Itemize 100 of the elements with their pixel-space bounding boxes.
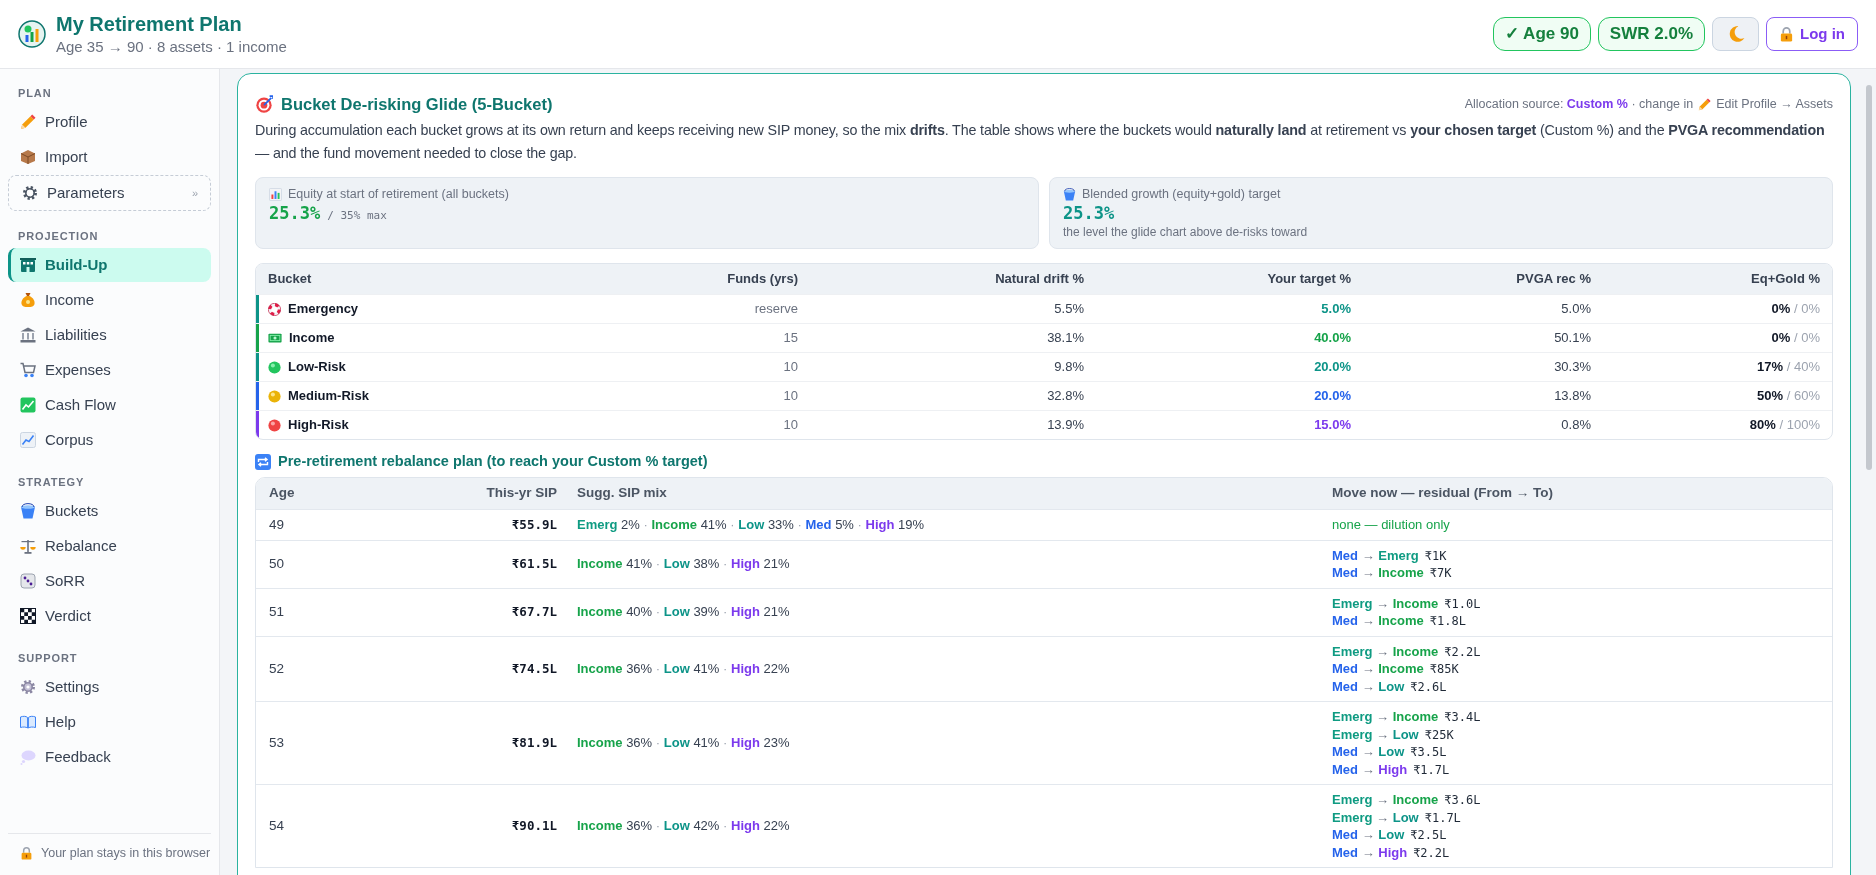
sidebar-item[interactable]: Profile	[8, 105, 211, 139]
sip-amount: ₹55.9L	[510, 516, 558, 534]
table-cell-text: 0% / 0%	[1770, 300, 1821, 319]
table-cell-text: 0.8%	[1560, 416, 1592, 435]
table-cell-text: 32.8%	[1046, 387, 1085, 406]
sip-mix-text: Income 36% · Low 41% · High 23%	[576, 734, 791, 752]
table-cell-text: 10	[782, 387, 799, 406]
table-cell-text: 5.5%	[1053, 300, 1085, 319]
stat-label: Equity at start of retirement (all buckets)	[288, 186, 509, 202]
move-text: Emerg → Income ₹3.6L	[1332, 791, 1482, 809]
bucket-name: High-Risk	[288, 416, 349, 435]
pencil-icon	[20, 114, 36, 130]
sidebar-item[interactable]: Cash Flow	[8, 388, 211, 422]
table-cell-text: 0% / 0%	[1770, 329, 1821, 348]
move-note: none — dilution only	[1332, 516, 1451, 534]
age-cell-text: 49	[268, 516, 286, 534]
table-cell-text: 15	[782, 329, 799, 348]
sidebar-item[interactable]: Corpus	[8, 423, 211, 457]
section-heading: STRATEGY	[17, 475, 86, 490]
table-cell-text: 5.0%	[1560, 300, 1592, 319]
column-header: Funds (yrs)	[726, 270, 799, 289]
column-header: Move now — residual (From → To)	[1331, 484, 1554, 503]
app-title: My Retirement Plan	[56, 12, 243, 37]
sip-mix-text: Income 36% · Low 41% · High 22%	[576, 660, 791, 678]
sip-mix-text: Income 40% · Low 39% · High 21%	[576, 603, 791, 621]
lock-icon	[20, 847, 33, 861]
card-title: Bucket De-risking Glide (5-Bucket)	[281, 93, 553, 115]
stat-note: the level the glide chart above de-risks toward	[1063, 224, 1309, 240]
age-cell-text: 50	[268, 555, 286, 573]
column-header: Your target %	[1266, 270, 1352, 289]
building-icon	[20, 257, 36, 273]
move-text: Med → Low ₹2.6L	[1332, 677, 1448, 695]
table-cell-text: 9.8%	[1053, 358, 1085, 377]
sip-mix-text: Income 41% · Low 38% · High 21%	[576, 555, 791, 573]
banknote-icon	[268, 331, 282, 345]
sidebar-item[interactable]: Import	[8, 140, 211, 174]
move-text: Med → Income ₹1.8L	[1332, 612, 1467, 630]
sip-mix-text: Income 36% · Low 42% · High 22%	[576, 817, 791, 835]
login-button[interactable]: Log in	[1766, 17, 1858, 51]
move-text: Emerg → Income ₹2.2L	[1332, 642, 1482, 660]
table-cell-text: 38.1%	[1046, 329, 1085, 348]
section-heading: PROJECTION	[17, 229, 100, 244]
sidebar-item[interactable]: Verdict	[8, 599, 211, 633]
table-cell-text: 5.0%	[1320, 300, 1352, 319]
speech-bubble-icon	[20, 749, 36, 765]
sidebar-item[interactable]: Build-Up	[8, 248, 211, 282]
app-subtitle: Age 35 → 90 · 8 assets · 1 income	[56, 37, 287, 57]
privacy-note: Your plan stays in this browser	[41, 845, 211, 863]
theme-toggle-button[interactable]	[1712, 17, 1759, 51]
section-heading: SUPPORT	[17, 651, 79, 666]
column-header: Bucket	[267, 270, 313, 289]
move-text: Emerg → Income ₹1.0L	[1332, 594, 1482, 612]
column-header: PVGA rec %	[1515, 270, 1592, 289]
sidebar-item[interactable]: Feedback	[8, 740, 211, 774]
line-chart-icon	[20, 432, 36, 448]
sip-amount: ₹61.5L	[510, 555, 558, 573]
sidebar-expander[interactable]: Parameters »	[8, 175, 211, 211]
column-header: Eq+Gold %	[1750, 270, 1821, 289]
sip-amount: ₹74.5L	[510, 660, 558, 678]
bucket-icon	[20, 503, 36, 519]
bucket-name: Low-Risk	[288, 358, 346, 377]
sidebar-item[interactable]: Buckets	[8, 494, 211, 528]
sidebar-item[interactable]: Rebalance	[8, 529, 211, 563]
move-text: Med → High ₹1.7L	[1332, 760, 1451, 778]
move-text: Med → Income ₹7K	[1332, 564, 1453, 582]
scrollbar-thumb[interactable]	[1866, 85, 1872, 470]
sidebar-item[interactable]: SoRR	[8, 564, 211, 598]
table-cell-text: 10	[782, 358, 799, 377]
table-cell-text: 20.0%	[1313, 387, 1352, 406]
checkered-flag-icon	[20, 608, 36, 624]
age-cell-text: 51	[268, 603, 286, 621]
stat-value: 25.3%	[1063, 202, 1115, 224]
age-cell-text: 53	[268, 734, 286, 752]
book-icon	[20, 714, 36, 730]
edit-profile-link[interactable]: Edit Profile → Assets	[1716, 94, 1833, 114]
sidebar-item[interactable]: Income	[8, 283, 211, 317]
repeat-icon	[255, 454, 271, 470]
sidebar-item[interactable]: Settings	[8, 670, 211, 704]
table-cell-text: 13.9%	[1046, 416, 1085, 435]
column-header: This-yr SIP	[485, 484, 558, 503]
move-text: Emerg → Low ₹1.7L	[1332, 808, 1462, 826]
status-badge: ✓ Age 90	[1493, 17, 1591, 51]
bucket-name: Medium-Risk	[288, 387, 369, 406]
cart-icon	[20, 362, 36, 378]
bank-icon	[20, 327, 36, 343]
sidebar-item[interactable]: Expenses	[8, 353, 211, 387]
bucket-name: Emergency	[288, 300, 359, 319]
target-icon	[255, 95, 273, 113]
circle-icon	[268, 360, 281, 374]
stat-label: Blended growth (equity+gold) target	[1082, 186, 1281, 202]
table-cell-text: 40.0%	[1313, 329, 1352, 348]
sidebar-item[interactable]: Liabilities	[8, 318, 211, 352]
sidebar-item[interactable]: Help	[8, 705, 211, 739]
chart-up-icon	[20, 397, 36, 413]
box-icon	[20, 149, 36, 165]
description-text: During accumulation each bucket grows at its own return and keeps receiving new SIP money, so the mix drifts. The table shows where the buckets would naturally land at retirement vs your chosen target (Custom %) and the PVGA recommendation — and the fund movement needed to close the gap.	[255, 121, 1826, 163]
status-badge: SWR 2.0%	[1597, 17, 1705, 51]
age-cell-text: 54	[268, 817, 286, 835]
column-header: Age	[268, 484, 296, 503]
sip-mix-text: Emerg 2% · Income 41% · Low 33% · Med 5% · High 19%	[576, 516, 926, 534]
